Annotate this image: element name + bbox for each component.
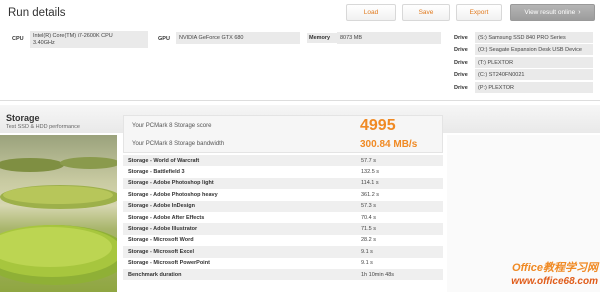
- row-name: Storage - Adobe Photoshop heavy: [128, 191, 218, 198]
- watermark-url: www.office68.com: [511, 276, 598, 287]
- score-value: 4995: [360, 117, 396, 134]
- cpu-value: Intel(R) Core(TM) i7-2600K CPU 3.40GHz: [30, 31, 148, 48]
- row-name: Storage - Microsoft Excel: [128, 248, 195, 255]
- table-row: Storage - Adobe After Effects 70.4 s: [123, 212, 443, 223]
- cpu-value-line2: 3.40GHz: [33, 40, 55, 46]
- score-label: Your PCMark 8 Storage score: [132, 123, 212, 129]
- table-row: Storage - Adobe Illustrator 71.5 s: [123, 223, 443, 235]
- row-value: 28.2 s: [361, 237, 376, 244]
- drive-value: (T:) PLEXTOR: [475, 57, 593, 68]
- drive-value: (S:) Samsung SSD 840 PRO Series: [475, 32, 593, 43]
- watermark-title: Office教程学习网: [512, 262, 598, 274]
- table-row: Storage - Adobe Photoshop light 114.1 s: [123, 177, 443, 190]
- lily-pad-image: [0, 135, 117, 292]
- table-row: Storage - Adobe InDesign 57.3 s: [123, 200, 443, 212]
- row-value: 71.5 s: [361, 226, 376, 233]
- row-name: Storage - World of Warcraft: [128, 157, 200, 164]
- row-name: Storage - Adobe InDesign: [128, 203, 196, 210]
- export-button[interactable]: Export: [456, 4, 502, 21]
- row-value: 57.7 s: [361, 157, 376, 164]
- bandwidth-value: 300.84 MB/s: [360, 139, 418, 150]
- save-button[interactable]: Save: [402, 4, 450, 21]
- storage-section: Storage Test SSD & HDD performance Your …: [0, 105, 600, 292]
- row-value: 132.5 s: [361, 169, 380, 176]
- load-button[interactable]: Load: [346, 4, 396, 21]
- lily-pad-illustration: [0, 157, 117, 285]
- row-name: Storage - Microsoft PowerPoint: [128, 260, 210, 267]
- row-name: Storage - Adobe After Effects: [128, 214, 205, 221]
- row-value: 1h 10min 48s: [361, 271, 395, 278]
- gpu-value: NVIDIA GeForce GTX 680: [176, 32, 300, 44]
- drive-value: (O:) Seagate Expansion Desk USB Device: [475, 44, 593, 55]
- drive-value: (P:) PLEXTOR: [475, 82, 593, 93]
- row-name: Storage - Adobe Photoshop light: [128, 180, 214, 187]
- table-row: Storage - Microsoft Word 28.2 s: [123, 235, 443, 246]
- row-value: 70.4 s: [361, 214, 376, 221]
- score-summary: Your PCMark 8 Storage score 4995 Your PC…: [123, 115, 443, 153]
- row-name: Storage - Microsoft Word: [128, 237, 194, 244]
- row-value: 9.1 s: [361, 260, 373, 267]
- row-value: 361.2 s: [361, 191, 380, 198]
- row-name: Benchmark duration: [128, 271, 182, 278]
- watermark: Office教程学习网 www.office68.com: [511, 262, 598, 288]
- table-row: Storage - Microsoft Excel 9.1 s: [123, 246, 443, 258]
- drive-value: (C:) ST240FN0021: [475, 69, 593, 80]
- results-table: Storage - World of Warcraft 57.7 s Storag…: [123, 155, 443, 281]
- drive-label: Drive: [454, 60, 468, 66]
- right-rail: Office教程学习网 www.office68.com: [447, 135, 600, 292]
- view-result-online-button[interactable]: View result online ›: [510, 4, 595, 21]
- table-row: Storage - Adobe Photoshop heavy 361.2 s: [123, 189, 443, 200]
- gpu-label: GPU: [158, 36, 170, 42]
- drive-label: Drive: [454, 85, 468, 91]
- run-details-title: Run details: [8, 7, 66, 19]
- drive-label: Drive: [454, 35, 468, 41]
- storage-title: Storage: [6, 113, 40, 123]
- row-name: Storage - Adobe Illustrator: [128, 226, 198, 233]
- table-row: Storage - Battlefield 3 132.5 s: [123, 166, 443, 177]
- view-result-online-label: View result online: [524, 9, 576, 16]
- bandwidth-label: Your PCMark 8 Storage bandwidth: [132, 141, 225, 147]
- cpu-label: CPU: [12, 36, 24, 42]
- row-value: 9.1 s: [361, 248, 373, 255]
- table-row: Benchmark duration 1h 10min 48s: [123, 268, 443, 281]
- run-details-panel: Run details Load Save Export View result…: [0, 0, 600, 101]
- drive-label: Drive: [454, 47, 468, 53]
- table-row: Storage - World of Warcraft 57.7 s: [123, 155, 443, 167]
- row-value: 57.3 s: [361, 203, 376, 210]
- memory-label: Memory: [307, 33, 339, 43]
- cpu-value-line1: Intel(R) Core(TM) i7-2600K CPU: [33, 33, 113, 39]
- drive-label: Drive: [454, 72, 468, 78]
- storage-subtitle: Test SSD & HDD performance: [6, 124, 80, 130]
- chevron-right-icon: ›: [578, 9, 581, 16]
- row-value: 114.1 s: [361, 180, 379, 187]
- table-row: Storage - Microsoft PowerPoint 9.1 s: [123, 258, 443, 269]
- row-name: Storage - Battlefield 3: [128, 169, 185, 176]
- memory-value: 8073 MB: [337, 32, 441, 44]
